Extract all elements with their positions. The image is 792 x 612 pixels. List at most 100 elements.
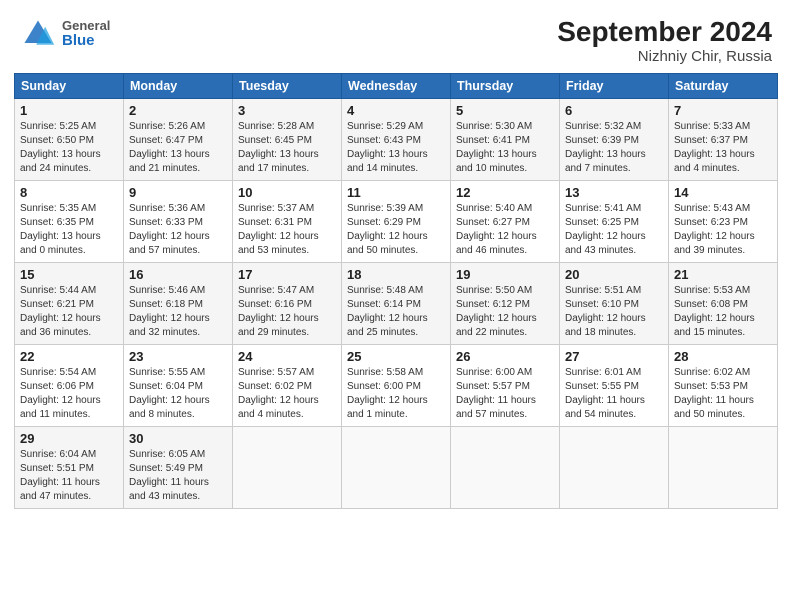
day-number: 11 xyxy=(347,185,445,200)
calendar-cell: 2 Sunrise: 5:26 AMSunset: 6:47 PMDayligh… xyxy=(124,99,233,181)
calendar-cell: 29 Sunrise: 6:04 AMSunset: 5:51 PMDaylig… xyxy=(15,427,124,509)
day-info: Sunrise: 5:40 AMSunset: 6:27 PMDaylight:… xyxy=(456,203,537,256)
logo-text: General Blue xyxy=(62,19,110,50)
logo-line2: Blue xyxy=(62,33,110,50)
title-block: September 2024 Nizhniy Chir, Russia xyxy=(557,16,772,65)
day-info: Sunrise: 6:00 AMSunset: 5:57 PMDaylight:… xyxy=(456,367,536,420)
calendar-cell: 11 Sunrise: 5:39 AMSunset: 6:29 PMDaylig… xyxy=(342,181,451,263)
calendar-cell: 10 Sunrise: 5:37 AMSunset: 6:31 PMDaylig… xyxy=(233,181,342,263)
calendar-cell xyxy=(451,427,560,509)
day-number: 9 xyxy=(129,185,227,200)
day-number: 29 xyxy=(20,431,118,446)
day-info: Sunrise: 6:02 AMSunset: 5:53 PMDaylight:… xyxy=(674,367,754,420)
day-info: Sunrise: 5:48 AMSunset: 6:14 PMDaylight:… xyxy=(347,285,428,338)
day-info: Sunrise: 5:53 AMSunset: 6:08 PMDaylight:… xyxy=(674,285,755,338)
day-info: Sunrise: 5:33 AMSunset: 6:37 PMDaylight:… xyxy=(674,121,755,174)
day-info: Sunrise: 5:39 AMSunset: 6:29 PMDaylight:… xyxy=(347,203,428,256)
day-number: 27 xyxy=(565,349,663,364)
day-info: Sunrise: 5:57 AMSunset: 6:02 PMDaylight:… xyxy=(238,367,319,420)
day-number: 14 xyxy=(674,185,772,200)
day-number: 5 xyxy=(456,103,554,118)
logo-line1: General xyxy=(62,19,110,33)
calendar-cell: 3 Sunrise: 5:28 AMSunset: 6:45 PMDayligh… xyxy=(233,99,342,181)
weekday-header-saturday: Saturday xyxy=(669,74,778,99)
weekday-header-monday: Monday xyxy=(124,74,233,99)
day-info: Sunrise: 5:26 AMSunset: 6:47 PMDaylight:… xyxy=(129,121,210,174)
calendar-cell: 7 Sunrise: 5:33 AMSunset: 6:37 PMDayligh… xyxy=(669,99,778,181)
day-number: 16 xyxy=(129,267,227,282)
day-info: Sunrise: 5:28 AMSunset: 6:45 PMDaylight:… xyxy=(238,121,319,174)
weekday-header-wednesday: Wednesday xyxy=(342,74,451,99)
calendar-cell: 19 Sunrise: 5:50 AMSunset: 6:12 PMDaylig… xyxy=(451,263,560,345)
day-info: Sunrise: 5:46 AMSunset: 6:18 PMDaylight:… xyxy=(129,285,210,338)
day-number: 18 xyxy=(347,267,445,282)
calendar-cell: 15 Sunrise: 5:44 AMSunset: 6:21 PMDaylig… xyxy=(15,263,124,345)
weekday-header-sunday: Sunday xyxy=(15,74,124,99)
calendar-cell: 6 Sunrise: 5:32 AMSunset: 6:39 PMDayligh… xyxy=(560,99,669,181)
day-info: Sunrise: 5:54 AMSunset: 6:06 PMDaylight:… xyxy=(20,367,101,420)
calendar-cell: 5 Sunrise: 5:30 AMSunset: 6:41 PMDayligh… xyxy=(451,99,560,181)
calendar-cell: 24 Sunrise: 5:57 AMSunset: 6:02 PMDaylig… xyxy=(233,345,342,427)
day-number: 13 xyxy=(565,185,663,200)
weekday-header-friday: Friday xyxy=(560,74,669,99)
calendar-cell: 27 Sunrise: 6:01 AMSunset: 5:55 PMDaylig… xyxy=(560,345,669,427)
calendar-cell xyxy=(560,427,669,509)
day-number: 6 xyxy=(565,103,663,118)
calendar-cell: 12 Sunrise: 5:40 AMSunset: 6:27 PMDaylig… xyxy=(451,181,560,263)
logo-icon xyxy=(20,16,56,52)
calendar-cell: 17 Sunrise: 5:47 AMSunset: 6:16 PMDaylig… xyxy=(233,263,342,345)
weekday-header-thursday: Thursday xyxy=(451,74,560,99)
day-info: Sunrise: 6:05 AMSunset: 5:49 PMDaylight:… xyxy=(129,449,209,502)
calendar-cell: 8 Sunrise: 5:35 AMSunset: 6:35 PMDayligh… xyxy=(15,181,124,263)
day-info: Sunrise: 5:35 AMSunset: 6:35 PMDaylight:… xyxy=(20,203,101,256)
calendar-subtitle: Nizhniy Chir, Russia xyxy=(557,48,772,65)
day-number: 22 xyxy=(20,349,118,364)
day-info: Sunrise: 6:01 AMSunset: 5:55 PMDaylight:… xyxy=(565,367,645,420)
calendar-cell: 23 Sunrise: 5:55 AMSunset: 6:04 PMDaylig… xyxy=(124,345,233,427)
day-info: Sunrise: 5:44 AMSunset: 6:21 PMDaylight:… xyxy=(20,285,101,338)
day-number: 21 xyxy=(674,267,772,282)
day-info: Sunrise: 6:04 AMSunset: 5:51 PMDaylight:… xyxy=(20,449,100,502)
calendar-cell xyxy=(669,427,778,509)
day-number: 20 xyxy=(565,267,663,282)
day-info: Sunrise: 5:32 AMSunset: 6:39 PMDaylight:… xyxy=(565,121,646,174)
calendar-cell xyxy=(342,427,451,509)
day-number: 1 xyxy=(20,103,118,118)
header: General Blue September 2024 Nizhniy Chir… xyxy=(0,0,792,73)
calendar-cell: 18 Sunrise: 5:48 AMSunset: 6:14 PMDaylig… xyxy=(342,263,451,345)
day-info: Sunrise: 5:50 AMSunset: 6:12 PMDaylight:… xyxy=(456,285,537,338)
day-info: Sunrise: 5:29 AMSunset: 6:43 PMDaylight:… xyxy=(347,121,428,174)
calendar-cell: 30 Sunrise: 6:05 AMSunset: 5:49 PMDaylig… xyxy=(124,427,233,509)
weekday-header-tuesday: Tuesday xyxy=(233,74,342,99)
calendar-cell: 13 Sunrise: 5:41 AMSunset: 6:25 PMDaylig… xyxy=(560,181,669,263)
day-number: 7 xyxy=(674,103,772,118)
calendar-cell: 21 Sunrise: 5:53 AMSunset: 6:08 PMDaylig… xyxy=(669,263,778,345)
day-number: 30 xyxy=(129,431,227,446)
calendar-cell: 1 Sunrise: 5:25 AMSunset: 6:50 PMDayligh… xyxy=(15,99,124,181)
calendar-cell: 4 Sunrise: 5:29 AMSunset: 6:43 PMDayligh… xyxy=(342,99,451,181)
calendar-cell: 25 Sunrise: 5:58 AMSunset: 6:00 PMDaylig… xyxy=(342,345,451,427)
calendar-cell: 14 Sunrise: 5:43 AMSunset: 6:23 PMDaylig… xyxy=(669,181,778,263)
day-number: 25 xyxy=(347,349,445,364)
day-number: 28 xyxy=(674,349,772,364)
day-info: Sunrise: 5:51 AMSunset: 6:10 PMDaylight:… xyxy=(565,285,646,338)
day-number: 15 xyxy=(20,267,118,282)
day-info: Sunrise: 5:58 AMSunset: 6:00 PMDaylight:… xyxy=(347,367,428,420)
calendar-cell: 28 Sunrise: 6:02 AMSunset: 5:53 PMDaylig… xyxy=(669,345,778,427)
day-number: 2 xyxy=(129,103,227,118)
logo: General Blue xyxy=(20,16,110,52)
calendar-cell: 16 Sunrise: 5:46 AMSunset: 6:18 PMDaylig… xyxy=(124,263,233,345)
day-info: Sunrise: 5:37 AMSunset: 6:31 PMDaylight:… xyxy=(238,203,319,256)
day-number: 3 xyxy=(238,103,336,118)
calendar-cell: 9 Sunrise: 5:36 AMSunset: 6:33 PMDayligh… xyxy=(124,181,233,263)
day-info: Sunrise: 5:36 AMSunset: 6:33 PMDaylight:… xyxy=(129,203,210,256)
calendar-cell: 26 Sunrise: 6:00 AMSunset: 5:57 PMDaylig… xyxy=(451,345,560,427)
page: General Blue September 2024 Nizhniy Chir… xyxy=(0,0,792,612)
calendar-title: September 2024 xyxy=(557,16,772,48)
day-info: Sunrise: 5:30 AMSunset: 6:41 PMDaylight:… xyxy=(456,121,537,174)
day-number: 10 xyxy=(238,185,336,200)
day-info: Sunrise: 5:43 AMSunset: 6:23 PMDaylight:… xyxy=(674,203,755,256)
day-number: 4 xyxy=(347,103,445,118)
calendar-cell: 20 Sunrise: 5:51 AMSunset: 6:10 PMDaylig… xyxy=(560,263,669,345)
day-info: Sunrise: 5:25 AMSunset: 6:50 PMDaylight:… xyxy=(20,121,101,174)
